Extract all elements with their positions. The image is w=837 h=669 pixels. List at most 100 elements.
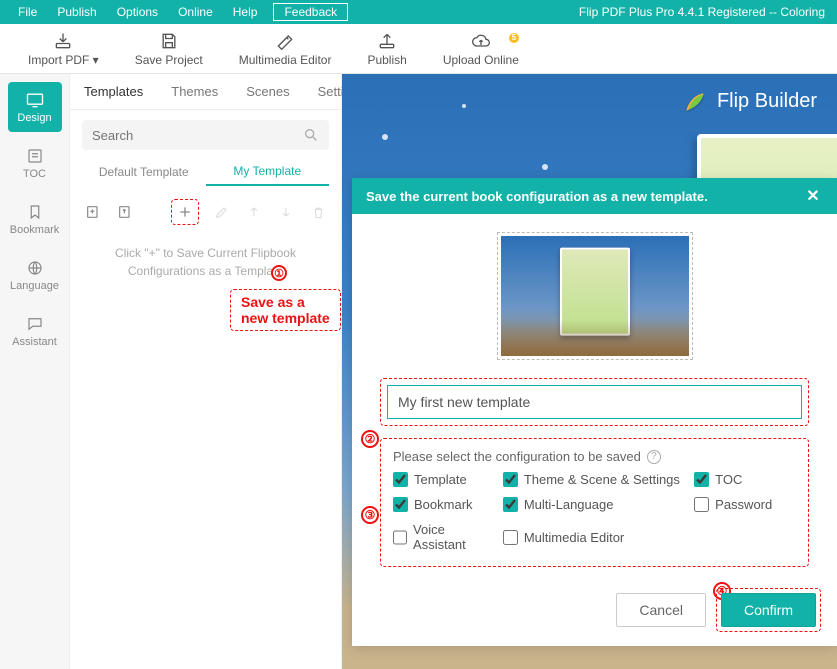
opt-multilang[interactable]: Multi-Language (503, 497, 686, 512)
checkbox-theme[interactable] (503, 472, 518, 487)
left-sidebar: Design TOC Bookmark Language Assistant (0, 74, 70, 669)
publish-icon (377, 31, 397, 51)
sidebar-item-toc[interactable]: TOC (8, 138, 62, 188)
tab-themes[interactable]: Themes (157, 84, 232, 99)
sidebar-item-design[interactable]: Design (8, 82, 62, 132)
sidebar-label-assistant: Assistant (12, 336, 57, 348)
tab-templates[interactable]: Templates (70, 84, 157, 99)
template-actions (70, 194, 341, 230)
feedback-button[interactable]: Feedback (273, 3, 348, 21)
annotation-save-as-new-template: Save as a new template (230, 289, 341, 331)
dialog-close-button[interactable]: ✕ (803, 186, 823, 206)
dialog-body: ② ③ Please select the configuration to b… (352, 214, 837, 646)
opt-voice[interactable]: Voice Assistant (393, 522, 495, 552)
menu-help[interactable]: Help (223, 5, 268, 19)
mme-label: Multimedia Editor (239, 53, 332, 67)
confirm-button[interactable]: Confirm (721, 593, 816, 627)
checkbox-password[interactable] (694, 497, 709, 512)
sidebar-item-assistant[interactable]: Assistant (8, 306, 62, 356)
opt-template-label: Template (414, 472, 467, 487)
annotation-config-block: Please select the configuration to be sa… (380, 438, 809, 567)
cancel-button[interactable]: Cancel (616, 593, 706, 627)
mme-icon (275, 31, 295, 51)
upload-online-button[interactable]: 5 Upload Online (425, 31, 537, 67)
chat-icon (25, 314, 45, 334)
dialog-header: Save the current book configuration as a… (352, 178, 837, 214)
opt-bookmark-label: Bookmark (414, 497, 473, 512)
template-name-input[interactable] (387, 385, 802, 419)
sidebar-item-bookmark[interactable]: Bookmark (8, 194, 62, 244)
search-input-wrap[interactable] (82, 120, 329, 150)
panel-tabs: Templates Themes Scenes Settings (70, 74, 341, 110)
opt-template[interactable]: Template (393, 472, 495, 487)
opt-mme-label: Multimedia Editor (524, 530, 624, 545)
edit-template-icon[interactable] (213, 203, 231, 221)
opt-toc-label: TOC (715, 472, 742, 487)
window-title: Flip PDF Plus Pro 4.4.1 Registered -- Co… (579, 5, 829, 19)
checkbox-mme[interactable] (503, 530, 518, 545)
flip-builder-brand: Flip Builder (683, 88, 817, 114)
monitor-icon (25, 90, 45, 110)
add-template-button[interactable] (171, 199, 199, 225)
globe-icon (25, 258, 45, 278)
import-pdf-button[interactable]: Import PDF ▾ (10, 31, 117, 67)
subtab-my-template[interactable]: My Template (206, 164, 330, 186)
template-thumbnail (497, 232, 693, 360)
search-input[interactable] (92, 128, 303, 143)
tab-scenes[interactable]: Scenes (232, 84, 303, 99)
save-icon (159, 31, 179, 51)
checkbox-bookmark[interactable] (393, 497, 408, 512)
help-icon[interactable]: ? (647, 450, 661, 464)
upload-label: Upload Online (443, 53, 519, 67)
move-down-icon[interactable] (277, 203, 295, 221)
menu-file[interactable]: File (8, 5, 47, 19)
menu-options[interactable]: Options (107, 5, 168, 19)
opt-voice-label: Voice Assistant (413, 522, 495, 552)
import-icon (53, 31, 73, 51)
delete-template-icon[interactable] (309, 203, 327, 221)
save-project-button[interactable]: Save Project (117, 31, 221, 67)
search-icon (303, 127, 319, 143)
sidebar-label-toc: TOC (23, 168, 46, 180)
config-heading-text: Please select the configuration to be sa… (393, 449, 641, 464)
dialog-title: Save the current book configuration as a… (366, 189, 708, 204)
menubar: File Publish Options Online Help Feedbac… (0, 0, 837, 24)
import-pdf-label: Import PDF ▾ (28, 53, 99, 67)
sidebar-label-design: Design (17, 112, 51, 124)
opt-theme[interactable]: Theme & Scene & Settings (503, 472, 686, 487)
annotation-badge-2: ② (361, 430, 379, 448)
move-up-icon[interactable] (245, 203, 263, 221)
publish-label: Publish (367, 53, 406, 67)
annotation-confirm-outline: Confirm (716, 588, 821, 632)
toolbar: Import PDF ▾ Save Project Multimedia Edi… (0, 24, 837, 74)
subtab-default-template[interactable]: Default Template (82, 165, 206, 185)
publish-button[interactable]: Publish (349, 31, 424, 67)
opt-password-label: Password (715, 497, 772, 512)
opt-multilang-label: Multi-Language (524, 497, 614, 512)
annotation-badge-1: ① (271, 265, 287, 281)
multimedia-editor-button[interactable]: Multimedia Editor (221, 31, 350, 67)
sidebar-item-language[interactable]: Language (8, 250, 62, 300)
checkbox-template[interactable] (393, 472, 408, 487)
template-empty-hint: Click "+" to Save Current Flipbook Confi… (70, 230, 341, 294)
thumbnail-image (501, 236, 689, 356)
menu-publish[interactable]: Publish (47, 5, 106, 19)
save-template-dialog: Save the current book configuration as a… (352, 178, 837, 646)
menu-online[interactable]: Online (168, 5, 223, 19)
dialog-buttons: Cancel Confirm (616, 588, 821, 632)
sidebar-label-bookmark: Bookmark (10, 224, 60, 236)
checkbox-toc[interactable] (694, 472, 709, 487)
opt-password[interactable]: Password (694, 497, 796, 512)
export-template-icon[interactable] (116, 203, 134, 221)
checkbox-multilang[interactable] (503, 497, 518, 512)
annotation-name-field (380, 378, 809, 426)
opt-mme[interactable]: Multimedia Editor (503, 522, 686, 552)
annotation-badge-3: ③ (361, 506, 379, 524)
import-template-icon[interactable] (84, 203, 102, 221)
opt-bookmark[interactable]: Bookmark (393, 497, 495, 512)
sidebar-label-language: Language (10, 280, 59, 292)
opt-theme-label: Theme & Scene & Settings (524, 472, 680, 487)
cloud-upload-icon (471, 31, 491, 51)
opt-toc[interactable]: TOC (694, 472, 796, 487)
checkbox-voice[interactable] (393, 530, 407, 545)
